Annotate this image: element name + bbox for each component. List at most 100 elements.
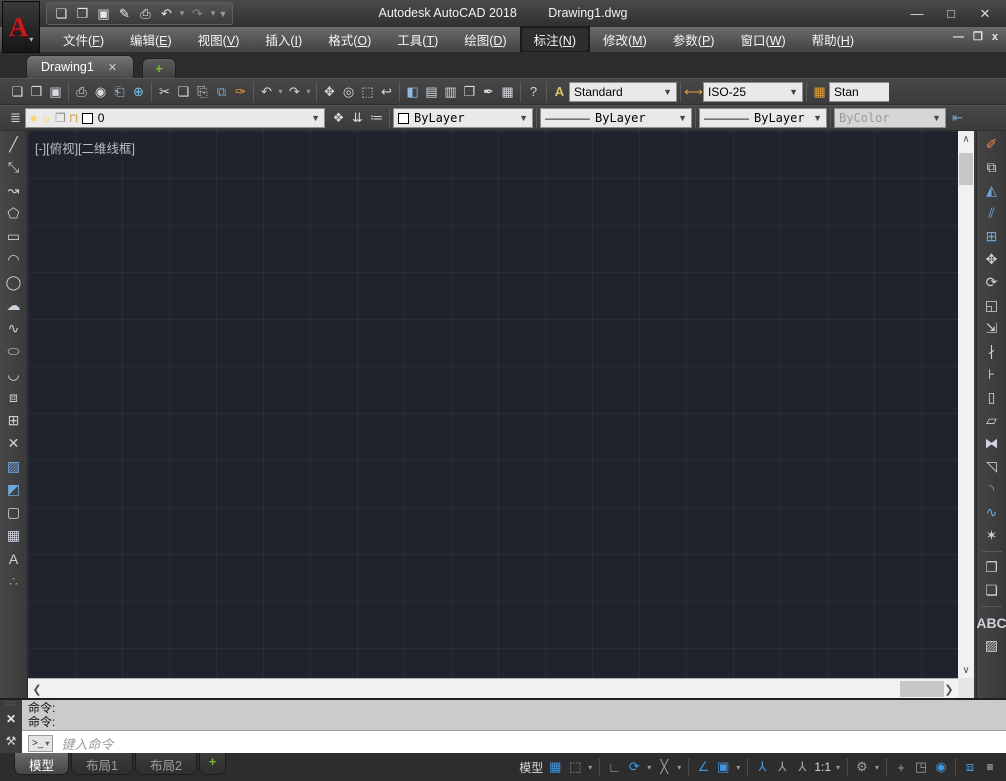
cut-icon[interactable]: ✂ xyxy=(155,81,174,103)
layer-select[interactable]: ● ☼ ❐ ⊓ 0 ▼ xyxy=(25,108,325,128)
bring-to-front-icon[interactable]: ❐ xyxy=(980,556,1004,579)
circle-icon[interactable]: ◯ xyxy=(2,271,26,294)
offset-icon[interactable]: ⫽ xyxy=(980,202,1004,225)
properties-icon[interactable]: ◧ xyxy=(403,81,422,103)
blend-icon[interactable]: ∿ xyxy=(980,501,1004,524)
make-block-icon[interactable]: ⊞ xyxy=(2,409,26,432)
dimension-toolbar-edge-icon[interactable]: ⇤ xyxy=(948,107,967,129)
layer-properties-manager-icon[interactable]: ≣ xyxy=(6,107,25,129)
otrack-icon[interactable]: ∠ xyxy=(693,756,713,778)
模型[interactable]: 模型 xyxy=(14,753,69,775)
dim-style-select[interactable]: ISO-25▼ xyxy=(703,82,803,102)
scroll-right-icon[interactable]: ❯ xyxy=(940,679,958,699)
工具(T)[interactable]: 工具(T) xyxy=(384,27,451,52)
revcloud-icon[interactable]: ☁ xyxy=(2,294,26,317)
doc-restore-button[interactable]: ❐ xyxy=(973,30,983,43)
osnap-icon[interactable]: ▣ xyxy=(713,756,733,778)
copy-icon[interactable]: ❏ xyxy=(174,81,193,103)
application-menu-button[interactable]: A ▾ xyxy=(2,1,40,53)
designcenter-icon[interactable]: ▤ xyxy=(422,81,441,103)
scroll-left-icon[interactable]: ❮ xyxy=(28,679,46,699)
text-style-select[interactable]: Standard▼ xyxy=(569,82,677,102)
break-icon[interactable]: ▱ xyxy=(980,409,1004,432)
scale-icon[interactable]: ◱ xyxy=(980,294,1004,317)
scroll-down-icon[interactable]: ∨ xyxy=(958,662,974,678)
chamfer-icon[interactable]: ◹ xyxy=(980,455,1004,478)
linetype-select[interactable]: ———— ByLayer ▼ xyxy=(540,108,692,128)
窗口(W)[interactable]: 窗口(W) xyxy=(727,27,798,52)
table-style-icon[interactable]: ▦ xyxy=(810,81,829,103)
region-icon[interactable]: ▢ xyxy=(2,501,26,524)
workspace-caret-icon[interactable]: ▾ xyxy=(872,756,882,778)
pan-icon[interactable]: ✥ xyxy=(320,81,339,103)
command-tools-icon[interactable]: ⚒ xyxy=(6,734,17,748)
line-icon[interactable]: ╱ xyxy=(2,133,26,156)
polygon-icon[interactable]: ⬠ xyxy=(2,202,26,225)
gradient-icon[interactable]: ◩ xyxy=(2,478,26,501)
redo-icon[interactable]: ↷ xyxy=(285,81,304,103)
new-tab-button[interactable]: + xyxy=(142,58,176,78)
command-prompt-button[interactable]: >_ ▾ xyxy=(28,735,53,752)
doc-close-button[interactable]: x xyxy=(992,31,998,43)
table-icon[interactable]: ▦ xyxy=(2,524,26,547)
grid-icon[interactable]: ▦ xyxy=(545,756,565,778)
new-file-icon[interactable]: ❏ xyxy=(8,81,27,103)
markup-icon[interactable]: ✒ xyxy=(479,81,498,103)
rectangle-icon[interactable]: ▭ xyxy=(2,225,26,248)
command-close-icon[interactable]: ✕ xyxy=(6,712,16,726)
annotation-scale-icon[interactable]: ⅄ xyxy=(792,756,812,778)
drawing-tab[interactable]: Drawing1 ✕ xyxy=(26,55,134,78)
erase-icon[interactable]: ✐ xyxy=(980,133,1004,156)
插入(I)[interactable]: 插入(I) xyxy=(252,27,315,52)
polyline-icon[interactable]: ↝ xyxy=(2,179,26,202)
explode-icon[interactable]: ✶ xyxy=(980,524,1004,547)
paper-model-toggle[interactable]: 模型 xyxy=(517,756,545,778)
extend-icon[interactable]: ⊦ xyxy=(980,363,1004,386)
command-panel-grip[interactable]: ∷∷ ✕ ⚒ xyxy=(0,700,22,755)
save-icon[interactable]: ▣ xyxy=(46,81,65,103)
save-icon[interactable]: ▣ xyxy=(93,4,114,24)
quickcalc-icon[interactable]: ▦ xyxy=(498,81,517,103)
paste-icon[interactable]: ⎘ xyxy=(193,81,212,103)
zoom-window-icon[interactable]: ⬚ xyxy=(358,81,377,103)
布局2[interactable]: 布局2 xyxy=(135,753,197,775)
redo-caret-icon[interactable]: ▾ xyxy=(208,4,218,24)
open-file-icon[interactable]: ❐ xyxy=(72,4,93,24)
layer-previous-icon[interactable]: ⇊ xyxy=(348,107,367,129)
minimize-button[interactable]: — xyxy=(902,3,932,25)
group-icon[interactable]: ∴ xyxy=(2,570,26,593)
snap-caret-icon[interactable]: ▾ xyxy=(585,756,595,778)
redo-caret-icon[interactable]: ▾ xyxy=(304,81,313,103)
arc-icon[interactable]: ◠ xyxy=(2,248,26,271)
move-icon[interactable]: ✥ xyxy=(980,248,1004,271)
rotate-icon[interactable]: ⟳ xyxy=(980,271,1004,294)
polar-tracking-icon[interactable]: ⟳ xyxy=(624,756,644,778)
布局1[interactable]: 布局1 xyxy=(71,753,133,775)
match-properties-icon[interactable]: ✑ xyxy=(231,81,250,103)
polar-caret-icon[interactable]: ▾ xyxy=(644,756,654,778)
fillet-icon[interactable]: ◝ xyxy=(980,478,1004,501)
horizontal-scroll-thumb[interactable] xyxy=(900,681,944,697)
join-icon[interactable]: ⧓ xyxy=(980,432,1004,455)
vertical-scrollbar[interactable]: ∧ ∨ xyxy=(958,131,974,678)
undo-caret-icon[interactable]: ▾ xyxy=(177,4,187,24)
lineweight-select[interactable]: ———— ByLayer ▼ xyxy=(699,108,827,128)
layer-states-icon[interactable]: ≔ xyxy=(367,107,386,129)
vertical-scroll-thumb[interactable] xyxy=(959,153,973,185)
标注(N)[interactable]: 标注(N) xyxy=(520,26,590,53)
web-icon[interactable]: ⊕ xyxy=(129,81,148,103)
maximize-button[interactable]: □ xyxy=(936,3,966,25)
hatch-to-back-icon[interactable]: ▨ xyxy=(980,634,1004,657)
clean-screen-icon[interactable]: ⧈ xyxy=(960,756,980,778)
open-file-icon[interactable]: ❐ xyxy=(27,81,46,103)
undo-icon[interactable]: ↶ xyxy=(257,81,276,103)
table-style-select[interactable]: Stan xyxy=(829,82,889,102)
close-button[interactable]: ✕ xyxy=(970,3,1000,25)
break-at-point-icon[interactable]: ▯ xyxy=(980,386,1004,409)
修改(M)[interactable]: 修改(M) xyxy=(590,27,660,52)
trim-icon[interactable]: ∤ xyxy=(980,340,1004,363)
ellipse-arc-icon[interactable]: ◡ xyxy=(2,363,26,386)
text-style-icon[interactable]: A xyxy=(550,81,569,103)
annotation-visibility-icon[interactable]: ⅄ xyxy=(752,756,772,778)
annotation-scale-caret-icon[interactable]: ▾ xyxy=(833,756,843,778)
